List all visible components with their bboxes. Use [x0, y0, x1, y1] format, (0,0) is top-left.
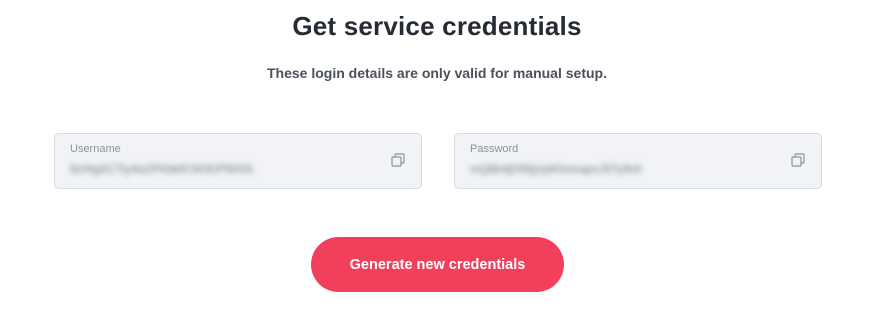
page-subtitle: These login details are only valid for m… — [267, 65, 607, 81]
copy-icon[interactable] — [391, 153, 405, 167]
password-label: Password — [470, 143, 519, 155]
copy-icon[interactable] — [791, 153, 805, 167]
username-value[interactable]: 8zHtgSCTiy4wZPKbkfCW3GPWXi5 — [70, 164, 350, 176]
password-value[interactable]: mQ8b4jDNfgVpKhmnqexJ5Ty9vh — [470, 164, 750, 176]
generate-credentials-button[interactable]: Generate new credentials — [311, 237, 564, 292]
username-field[interactable]: Username 8zHtgSCTiy4wZPKbkfCW3GPWXi5 — [54, 133, 422, 189]
credentials-panel: Get service credentials These login deta… — [0, 0, 874, 317]
page-title: Get service credentials — [292, 11, 582, 41]
username-label: Username — [70, 143, 121, 155]
password-field[interactable]: Password mQ8b4jDNfgVpKhmnqexJ5Ty9vh — [454, 133, 822, 189]
